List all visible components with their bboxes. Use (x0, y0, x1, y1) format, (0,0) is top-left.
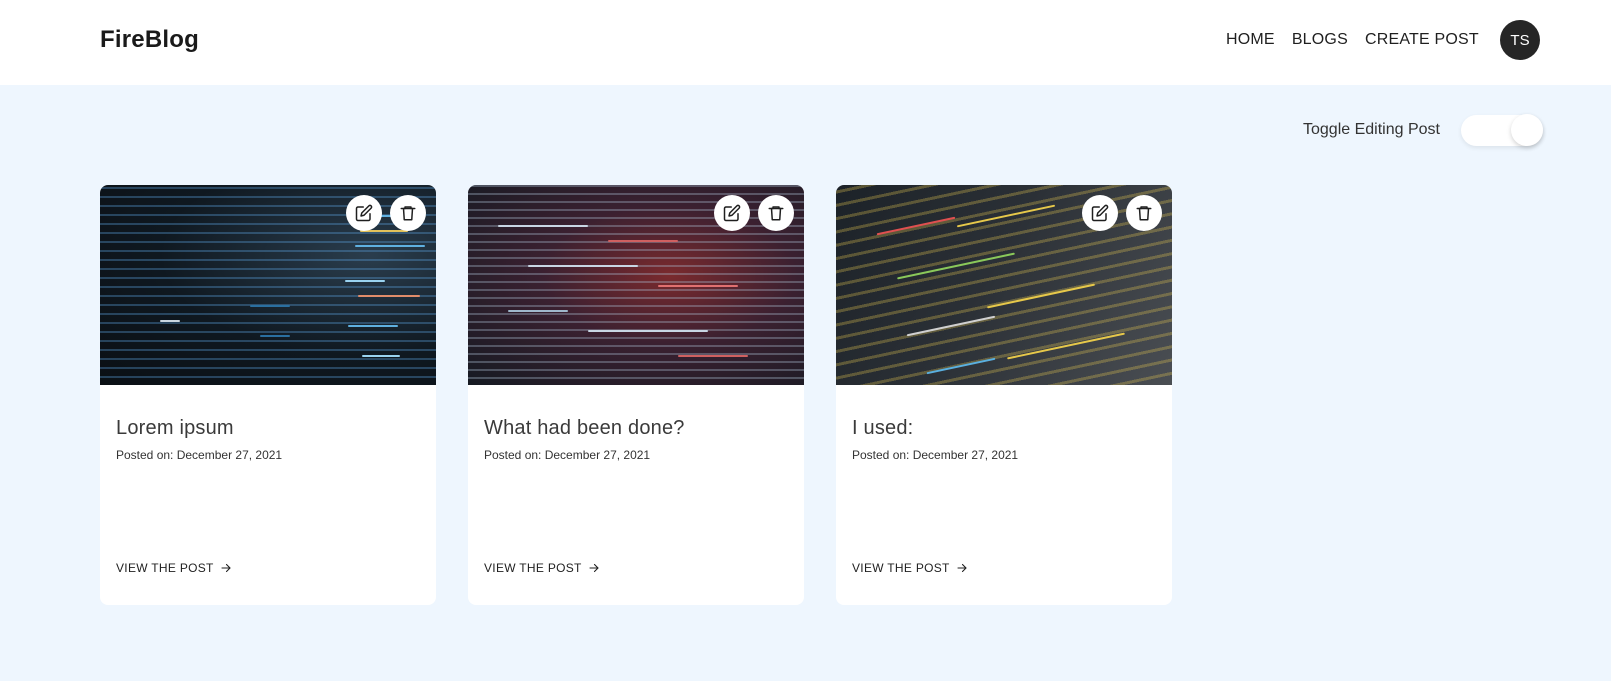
edit-post-button[interactable] (714, 195, 750, 231)
edit-post-button[interactable] (1082, 195, 1118, 231)
blog-card: What had been done? Posted on: December … (468, 185, 804, 605)
blog-card-image (468, 185, 804, 385)
post-date: Posted on: December 27, 2021 (116, 448, 283, 462)
trash-icon (768, 206, 784, 221)
delete-post-button[interactable] (390, 195, 426, 231)
arrow-right-icon (957, 563, 967, 573)
blog-cards-grid: Lorem ipsum Posted on: December 27, 2021… (100, 185, 1172, 605)
edit-icon (1091, 204, 1109, 222)
nav-home-link[interactable]: HOME (1226, 31, 1275, 49)
nav-create-post-link[interactable]: CREATE POST (1365, 31, 1479, 49)
view-post-label: VIEW THE POST (484, 561, 582, 575)
arrow-right-icon (589, 563, 599, 573)
blog-card-body: What had been done? Posted on: December … (468, 385, 804, 462)
view-post-label: VIEW THE POST (852, 561, 950, 575)
view-post-label: VIEW THE POST (116, 561, 214, 575)
card-actions (1082, 195, 1162, 231)
nav-blogs-link[interactable]: BLOGS (1292, 31, 1348, 49)
view-post-link[interactable]: VIEW THE POST (852, 561, 968, 575)
post-date: Posted on: December 27, 2021 (484, 448, 651, 462)
blog-card-image (100, 185, 436, 385)
post-title: What had been done? (484, 417, 685, 439)
blog-card-body: Lorem ipsum Posted on: December 27, 2021 (100, 385, 436, 462)
blog-card-image (836, 185, 1172, 385)
user-avatar[interactable]: TS (1500, 20, 1540, 60)
top-header: FireBlog HOME BLOGS CREATE POST TS (0, 0, 1611, 85)
main-nav: HOME BLOGS CREATE POST (1226, 31, 1479, 49)
post-date: Posted on: December 27, 2021 (852, 448, 1019, 462)
trash-icon (400, 206, 416, 221)
toggle-knob (1511, 114, 1543, 146)
post-title: I used: (852, 417, 914, 439)
arrow-right-icon (221, 563, 231, 573)
edit-icon (723, 204, 741, 222)
card-actions (346, 195, 426, 231)
delete-post-button[interactable] (1126, 195, 1162, 231)
trash-icon (1136, 206, 1152, 221)
view-post-link[interactable]: VIEW THE POST (116, 561, 232, 575)
card-actions (714, 195, 794, 231)
delete-post-button[interactable] (758, 195, 794, 231)
edit-post-button[interactable] (346, 195, 382, 231)
view-post-link[interactable]: VIEW THE POST (484, 561, 600, 575)
blog-card-body: I used: Posted on: December 27, 2021 (836, 385, 1172, 462)
toggle-editing-switch[interactable] (1461, 114, 1543, 146)
blog-card: I used: Posted on: December 27, 2021 VIE… (836, 185, 1172, 605)
toggle-editing-label: Toggle Editing Post (1303, 121, 1440, 138)
brand-logo[interactable]: FireBlog (100, 26, 199, 54)
edit-icon (355, 204, 373, 222)
post-title: Lorem ipsum (116, 417, 234, 439)
blog-card: Lorem ipsum Posted on: December 27, 2021… (100, 185, 436, 605)
